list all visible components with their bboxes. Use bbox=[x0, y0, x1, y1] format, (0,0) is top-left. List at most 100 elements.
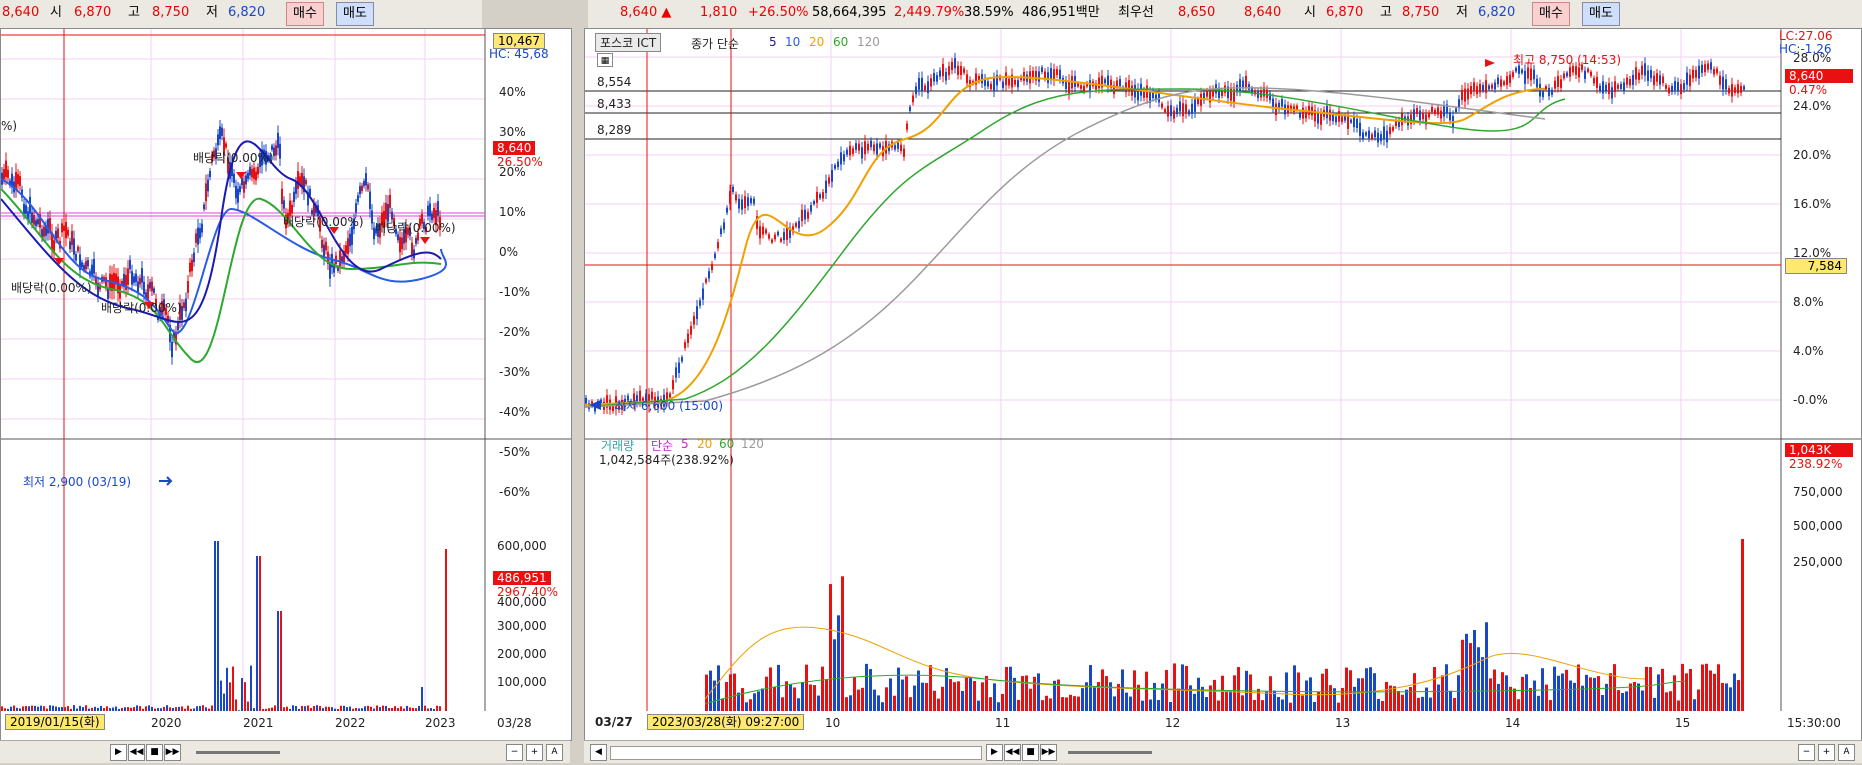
candle-body bbox=[681, 357, 683, 362]
candle-body bbox=[389, 194, 391, 208]
candle-body bbox=[1206, 90, 1208, 97]
candle-body bbox=[1374, 130, 1376, 138]
volume-bar bbox=[1453, 698, 1456, 711]
candle-body bbox=[1569, 67, 1571, 77]
candle-body bbox=[75, 254, 77, 261]
candle-body bbox=[957, 65, 959, 75]
stop-icon[interactable]: ■ bbox=[1022, 744, 1039, 761]
left-ytick-4: 0% bbox=[499, 245, 519, 259]
volume-bar bbox=[418, 705, 420, 711]
rewind-icon[interactable]: ◀◀ bbox=[128, 744, 145, 761]
candle-body bbox=[283, 200, 285, 209]
right-buy-button[interactable]: 매수 bbox=[1532, 2, 1570, 26]
volume-bar bbox=[1473, 630, 1476, 711]
candle-body bbox=[1593, 78, 1595, 84]
volume-bar bbox=[1325, 668, 1328, 711]
candle-body bbox=[738, 198, 740, 209]
candle-body bbox=[133, 276, 135, 283]
volume-bar bbox=[1337, 702, 1340, 711]
right-high-marker: 최고 8,750 (14:53) bbox=[1513, 53, 1622, 67]
ma-period-10: 10 bbox=[785, 35, 801, 49]
candle-body bbox=[369, 191, 371, 209]
left-chart-svg[interactable] bbox=[1, 29, 571, 740]
volume-bar bbox=[154, 708, 156, 711]
candle-body bbox=[1479, 83, 1481, 93]
candle-body bbox=[1545, 86, 1547, 90]
candle-body bbox=[732, 186, 734, 192]
candle-body bbox=[1437, 107, 1439, 115]
candle-body bbox=[1041, 67, 1043, 72]
volume-bar bbox=[1185, 665, 1188, 711]
left-low-value: 6,820 bbox=[228, 5, 266, 20]
dividend-label-2: 배당락(0.00%) bbox=[101, 301, 182, 315]
candle-body bbox=[1461, 89, 1463, 100]
volume-bar bbox=[1401, 694, 1404, 711]
volume-bar bbox=[1257, 688, 1260, 711]
font-size-icon[interactable]: A bbox=[1838, 744, 1855, 761]
candle-body bbox=[987, 81, 989, 87]
stock-name-box[interactable]: 포스코 ICT bbox=[595, 33, 662, 52]
volume-bar bbox=[301, 705, 303, 711]
horizontal-scrollbar[interactable] bbox=[610, 746, 982, 760]
play-icon[interactable]: ▶ bbox=[986, 744, 1003, 761]
volume-bar bbox=[1741, 539, 1744, 711]
volume-bar bbox=[1597, 676, 1600, 711]
fast-forward-icon[interactable]: ▶▶ bbox=[1040, 744, 1057, 761]
volume-bar bbox=[376, 705, 378, 711]
candle-body bbox=[1527, 67, 1529, 79]
volume-bar bbox=[1529, 688, 1532, 711]
volume-bar bbox=[1737, 680, 1740, 711]
candle-body bbox=[1521, 69, 1523, 74]
volume-bar bbox=[202, 705, 204, 711]
volume-bar bbox=[1049, 698, 1052, 711]
candle-body bbox=[247, 172, 249, 179]
volume-bar bbox=[82, 707, 84, 711]
volume-bar bbox=[1213, 679, 1216, 711]
volume-bar bbox=[753, 693, 756, 711]
stop-icon[interactable]: ■ bbox=[146, 744, 163, 761]
right-chart-pane[interactable]: 포스코 ICT 종가 단순 5 10 20 60 120 ▦ 8,554 8,4… bbox=[584, 28, 1862, 741]
candle-body bbox=[129, 259, 131, 270]
candle-body bbox=[205, 183, 207, 202]
candle-body bbox=[930, 78, 932, 87]
candle-body bbox=[921, 77, 923, 91]
candle-body bbox=[942, 63, 944, 77]
left-buy-button[interactable]: 매수 bbox=[286, 2, 324, 26]
volume-bar bbox=[905, 676, 908, 711]
fast-forward-icon[interactable]: ▶▶ bbox=[164, 744, 181, 761]
candle-body bbox=[876, 143, 878, 155]
play-icon[interactable]: ▶ bbox=[110, 744, 127, 761]
volume-bar bbox=[133, 707, 135, 711]
left-sell-button[interactable]: 매도 bbox=[336, 2, 374, 26]
candle-body bbox=[141, 268, 143, 283]
hline-label-1: 8,554 bbox=[597, 75, 632, 89]
zoom-out-icon[interactable]: − bbox=[1798, 744, 1815, 761]
candle-body bbox=[239, 186, 241, 192]
volume-bar bbox=[1525, 674, 1528, 711]
volume-bar bbox=[1557, 675, 1560, 711]
font-size-icon[interactable]: A bbox=[546, 744, 563, 761]
left-vtick-0: 600,000 bbox=[497, 539, 547, 553]
rewind-icon[interactable]: ◀◀ bbox=[1004, 744, 1021, 761]
zoom-slider[interactable] bbox=[196, 751, 280, 754]
zoom-in-icon[interactable]: + bbox=[1818, 744, 1835, 761]
right-chart-svg[interactable] bbox=[585, 29, 1861, 740]
volume-bar bbox=[861, 687, 864, 711]
left-chart-pane[interactable]: 10,467 HC: 45,68 8,640 26.50% 40% 30% 20… bbox=[0, 28, 572, 741]
volume-bar bbox=[941, 686, 944, 711]
volume-bar bbox=[235, 699, 237, 711]
candle-body bbox=[951, 61, 953, 71]
zoom-in-icon[interactable]: + bbox=[526, 744, 543, 761]
grid-icon[interactable]: ▦ bbox=[597, 53, 613, 67]
candle-body bbox=[385, 202, 387, 220]
left-ytick-0: 40% bbox=[499, 85, 526, 99]
candle-body bbox=[255, 171, 257, 181]
volume-bar bbox=[797, 698, 800, 711]
zoom-out-icon[interactable]: − bbox=[506, 744, 523, 761]
candle-body bbox=[855, 143, 857, 150]
zoom-slider[interactable] bbox=[1068, 751, 1152, 754]
scroll-left-icon[interactable]: ◀ bbox=[590, 744, 607, 761]
right-sell-button[interactable]: 매도 bbox=[1582, 2, 1620, 26]
volume-bar bbox=[379, 707, 381, 711]
candle-body bbox=[217, 134, 219, 146]
